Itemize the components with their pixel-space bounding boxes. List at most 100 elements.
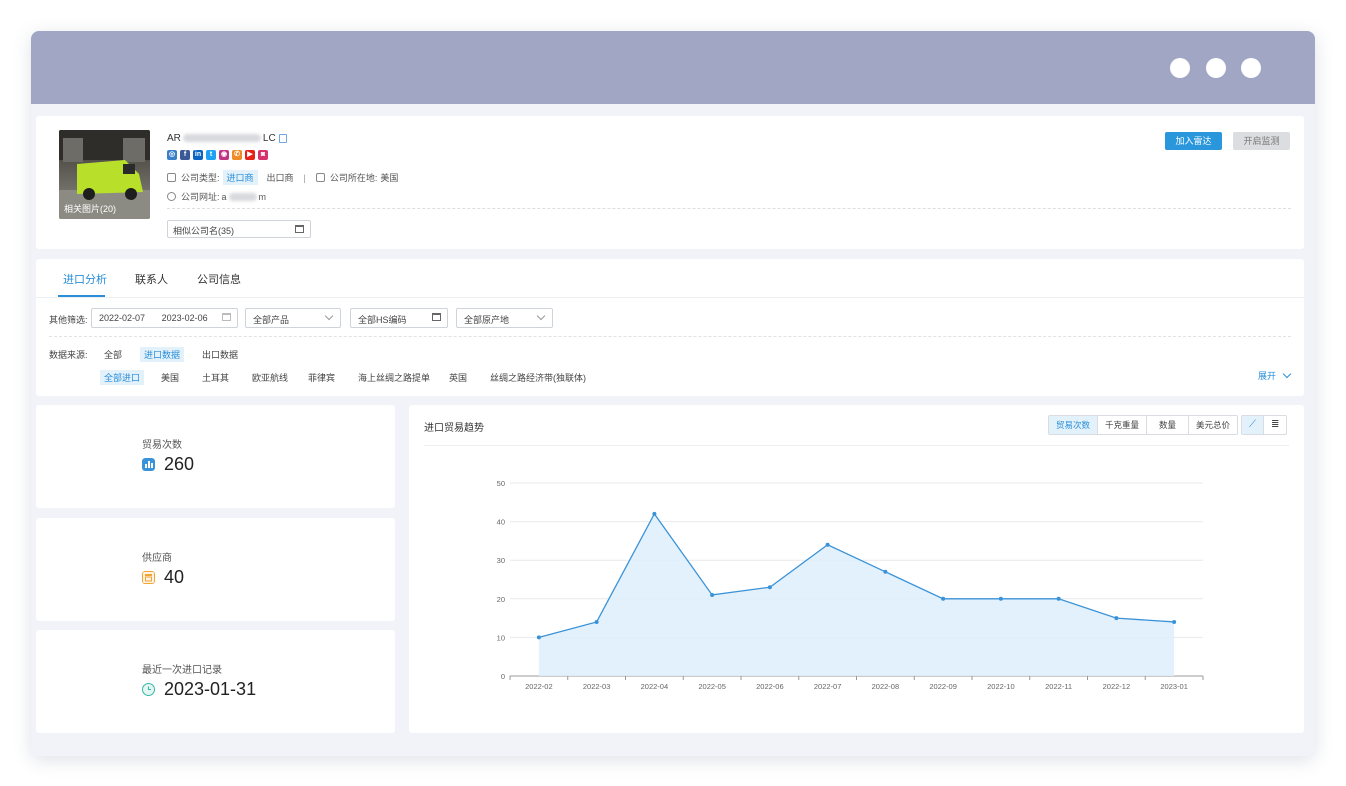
data-point	[998, 596, 1003, 601]
website-prefix: a	[221, 191, 227, 202]
region-maritime-silk[interactable]: 海上丝绸之路提单	[354, 370, 434, 385]
data-point	[652, 511, 657, 516]
website-value[interactable]: am	[222, 192, 267, 202]
source-import[interactable]: 进口数据	[140, 347, 185, 362]
facebook-icon[interactable]: f	[180, 150, 190, 160]
website-label: 公司网址:	[181, 192, 220, 202]
location-value: 美国	[380, 173, 399, 183]
region-silk-belt[interactable]: 丝绸之路经济带(独联体)	[486, 370, 590, 385]
product-select[interactable]: 全部产品	[245, 308, 341, 328]
other-filter-label: 其他筛选:	[49, 315, 88, 325]
x-tick-label: 2022-06	[756, 682, 784, 691]
data-point	[536, 635, 541, 640]
divider: |	[303, 172, 306, 183]
y-tick-label: 30	[497, 556, 505, 565]
y-tick-label: 20	[497, 595, 505, 604]
location-icon	[315, 173, 325, 182]
tab-import-analysis[interactable]: 进口分析	[63, 271, 107, 287]
last-import-value-row: 2023-01-31	[142, 679, 256, 700]
expand-label: 展开	[1258, 371, 1277, 381]
redacted-website	[228, 193, 257, 202]
date-calendar-icon	[222, 313, 231, 321]
camera-icon[interactable]: ◙	[258, 150, 268, 160]
suppliers-value-row: 40	[142, 567, 184, 588]
chevron-down-icon	[1282, 369, 1292, 379]
region-all-import[interactable]: 全部进口	[100, 370, 145, 385]
date-end: 2023-02-06	[161, 313, 208, 323]
location-label: 公司所在地:	[329, 173, 378, 183]
y-tick-label: 40	[497, 518, 505, 527]
link-icon[interactable]: ◎	[167, 150, 177, 160]
suppliers-value: 40	[164, 567, 185, 587]
analysis-filters-card: 进口分析 联系人 公司信息 其他筛选: 2022-02-07 2023-02-0…	[36, 259, 1304, 396]
x-tick-label: 2022-04	[641, 682, 669, 691]
x-tick-label: 2022-03	[583, 682, 611, 691]
source-all[interactable]: 全部	[100, 347, 126, 362]
copy-icon[interactable]	[278, 133, 287, 143]
clock-icon	[142, 683, 155, 696]
tab-company-info[interactable]: 公司信息	[197, 271, 241, 287]
add-radar-button[interactable]: 加入雷达	[1165, 132, 1222, 150]
trades-value-row: 260	[142, 454, 194, 475]
series-area	[538, 513, 1175, 676]
hs-code-select[interactable]: 全部HS编码	[350, 308, 448, 328]
window-dot-1[interactable]	[1170, 58, 1190, 78]
region-uk[interactable]: 英国	[445, 370, 471, 385]
globe-icon	[167, 192, 176, 201]
chevron-down-icon	[324, 311, 334, 321]
region-eurasia[interactable]: 欧亚航线	[248, 370, 292, 385]
linkedin-icon[interactable]: in	[193, 150, 203, 160]
website-suffix: m	[258, 191, 267, 202]
origin-select[interactable]: 全部原产地	[456, 308, 553, 328]
youtube-icon[interactable]: ▶	[245, 150, 255, 160]
similar-companies-select[interactable]: 相似公司名(35)	[167, 220, 311, 238]
trend-chart: 0 10 20 30 40 50 2022-02 2022-03 2022-04 2022-05 2…	[497, 479, 1204, 691]
x-tick-label: 2022-09	[929, 682, 957, 691]
type-exporter: 出口商	[266, 173, 294, 183]
region-usa[interactable]: 美国	[157, 370, 183, 385]
header-divider	[167, 208, 1291, 209]
calendar-icon	[295, 225, 304, 233]
y-tick-label: 50	[497, 479, 505, 488]
region-philippines[interactable]: 菲律宾	[304, 370, 339, 385]
data-point	[941, 596, 946, 601]
hs-calendar-icon	[432, 313, 441, 321]
stat-card-last-import: 最近一次进口记录 2023-01-31	[36, 630, 395, 733]
date-range-picker[interactable]: 2022-02-07 2023-02-06	[91, 308, 238, 328]
social-links: ◎ f in t ◉ ✆ ▶ ◙	[167, 150, 268, 160]
window-dot-2[interactable]	[1206, 58, 1226, 78]
company-photo[interactable]: 相关图片(20)	[59, 130, 150, 219]
tabs-divider	[36, 297, 1304, 298]
source-label: 数据来源:	[49, 350, 88, 360]
expand-button[interactable]: 展开	[1258, 369, 1292, 382]
x-tick-label: 2023-01	[1160, 682, 1188, 691]
source-export[interactable]: 出口数据	[198, 347, 242, 362]
x-tick-label: 2022-05	[698, 682, 726, 691]
import-trend-card: 进口贸易趋势 贸易次数 千克重量 数量 美元总价 ⟋ ≣ 0 10 20 30 40 50…	[409, 405, 1304, 733]
bar-chart-icon	[142, 458, 155, 471]
instagram-icon[interactable]: ◉	[219, 150, 229, 160]
product-value: 全部产品	[253, 315, 290, 325]
date-start: 2022-02-07	[99, 313, 146, 323]
last-import-value: 2023-01-31	[164, 679, 257, 699]
twitter-icon[interactable]: t	[206, 150, 216, 160]
stat-card-trades: 贸易次数 260	[36, 405, 395, 508]
data-point	[1114, 616, 1119, 621]
x-tick-label: 2022-12	[1103, 682, 1131, 691]
data-point	[1172, 619, 1177, 624]
company-name: AR LC	[167, 133, 287, 144]
window-dot-3[interactable]	[1241, 58, 1261, 78]
phone-icon[interactable]: ✆	[232, 150, 242, 160]
start-monitor-button[interactable]: 开启监测	[1233, 132, 1290, 150]
company-type-row: 公司类型: 进口商 出口商 | 公司所在地: 美国	[167, 170, 398, 185]
company-card: 相关图片(20) AR LC ◎ f in t ◉ ✆ ▶ ◙ 公司类型: 进口商 出口商 | …	[36, 116, 1304, 249]
y-tick-label: 0	[501, 672, 505, 681]
tab-contacts[interactable]: 联系人	[135, 271, 168, 287]
x-tick-label: 2022-10	[987, 682, 1015, 691]
data-point	[767, 585, 772, 590]
type-label: 公司类型:	[181, 173, 220, 183]
suppliers-label: 供应商	[142, 553, 172, 564]
similar-companies-label: 相似公司名(35)	[173, 226, 235, 236]
y-tick-label: 10	[497, 633, 505, 642]
region-turkey[interactable]: 土耳其	[198, 370, 233, 385]
